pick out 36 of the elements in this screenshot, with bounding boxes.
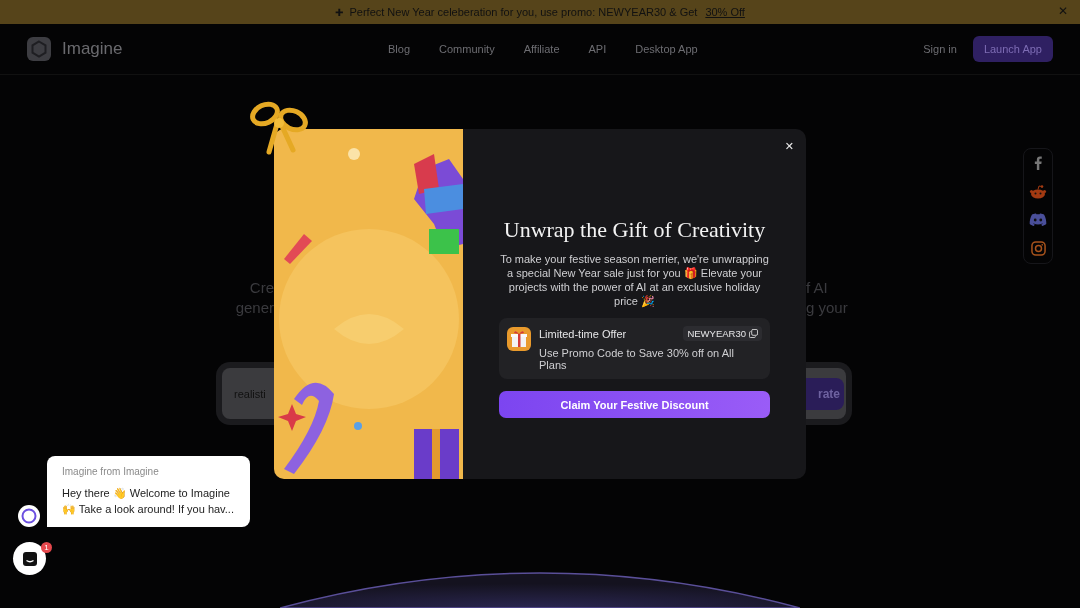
banner-text: Perfect New Year celeberation for you, use promo: NEWYEAR30 & Get — [349, 6, 698, 18]
sender-name: Imagine from Imagine — [62, 466, 160, 477]
gift-icon — [507, 327, 531, 351]
dialog-text: To make your festive season merrier, we're unwrapping a special New Year sale just for you 🎁 Elevate your projects with the power of AI at an exclusive holiday price 🎉 — [499, 252, 770, 308]
nav-link[interactable]: Community — [439, 43, 495, 55]
hero-text: f AI — [806, 278, 828, 298]
instagram-icon[interactable] — [1030, 240, 1046, 256]
nav-link[interactable]: Blog — [388, 43, 411, 55]
nav-link[interactable]: Desktop App — [635, 43, 698, 55]
chat-icon — [22, 551, 37, 566]
brand-name[interactable]: Imagine — [62, 39, 123, 59]
promo-code-button[interactable]: NEWYEAR30 — [683, 326, 762, 341]
hero-text: Cre — [249, 278, 274, 298]
launch-app-button[interactable]: Launch App — [972, 36, 1053, 62]
hero-text: g your — [806, 298, 848, 318]
unread-badge: 1 — [41, 542, 52, 553]
nav-link[interactable]: Affiliate — [523, 43, 560, 55]
hero-text: gener — [235, 298, 274, 318]
dialog-title: Unwrap the Gift of Creativity — [503, 217, 766, 243]
message-text: Hey there 👋 Welcome to Imagine — [62, 486, 231, 501]
chat-launcher-button[interactable] — [13, 542, 46, 575]
message-text: 🙌 Take a look around! If you hav... — [62, 502, 235, 517]
facebook-icon[interactable] — [1033, 156, 1043, 171]
copy-icon — [749, 329, 758, 338]
sign-in-link[interactable]: Sign in — [923, 43, 957, 55]
chat-message[interactable]: Imagine from Imagine Hey there 👋 Welcome to Imagine 🙌 Take a look around! If you hav... — [47, 456, 250, 527]
close-button[interactable]: ✕ — [782, 138, 796, 155]
offer-detail: Use Promo Code to Save 30% off on All Plans — [539, 347, 735, 371]
reddit-icon[interactable] — [1029, 184, 1047, 199]
offer-title: Limited-time Offer — [539, 327, 627, 340]
generate-button[interactable]: rate — [806, 377, 844, 410]
nav-link[interactable]: API — [588, 43, 607, 55]
avatar-icon — [18, 505, 40, 527]
discord-icon[interactable] — [1029, 213, 1047, 227]
plus-icon: ✚ — [335, 6, 344, 18]
claim-discount-button[interactable]: Claim Your Festive Discount — [499, 391, 770, 418]
